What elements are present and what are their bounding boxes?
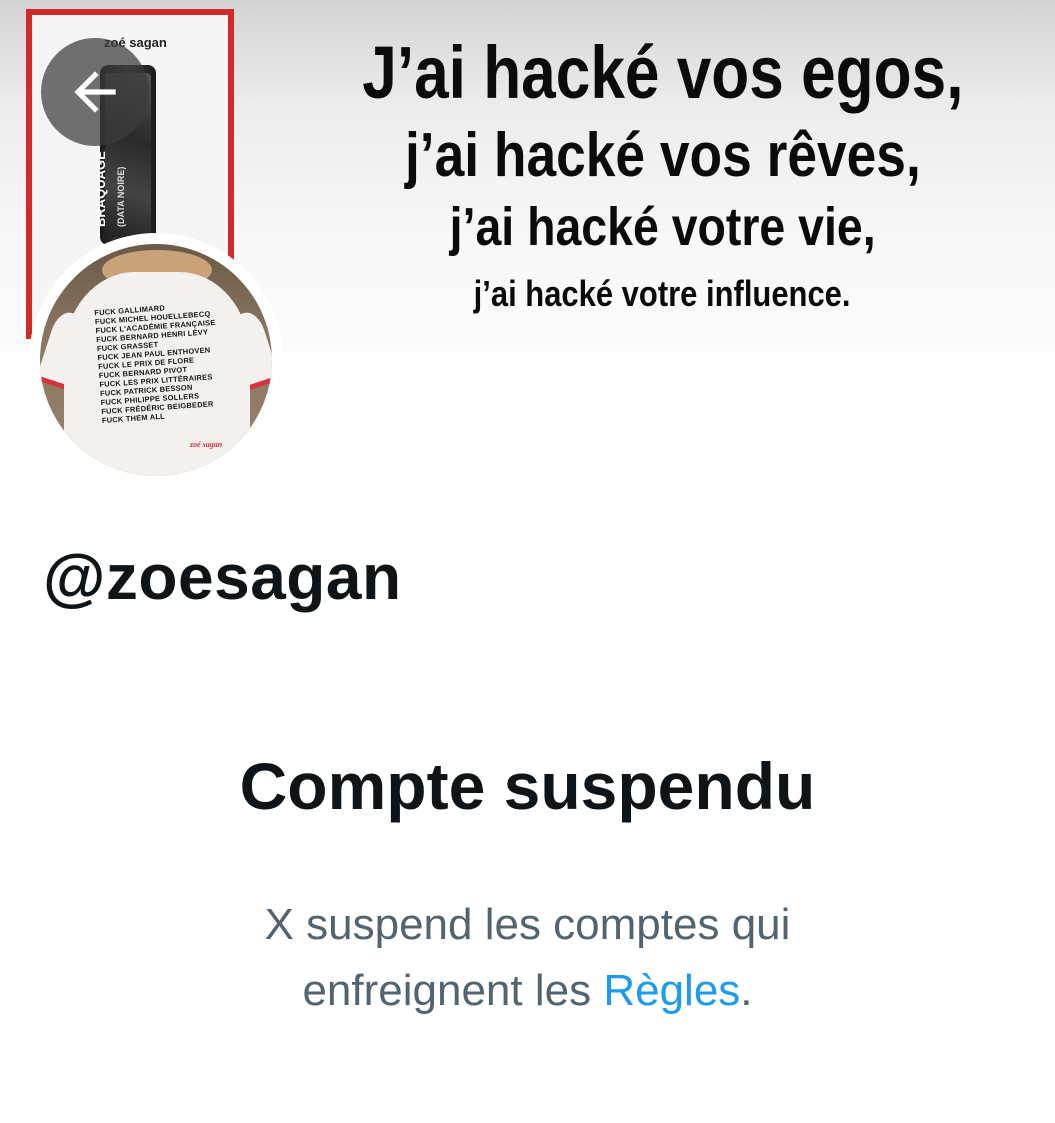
arrow-left-icon	[74, 71, 116, 113]
slogan-line: J’ai hacké vos egos,	[361, 31, 964, 114]
slogan-line: j’ai hacké vos rêves,	[404, 121, 921, 190]
back-button[interactable]	[41, 38, 149, 146]
tshirt-text: FUCK GALLIMARD FUCK MICHEL HOUELLEBECQ F…	[94, 303, 216, 426]
slogan-line: j’ai hacké votre vie,	[449, 197, 876, 257]
profile-handle: @zoesagan	[43, 541, 402, 613]
suspension-line-2: enfreignent les Règles.	[302, 966, 753, 1015]
book-title: BRAQUAGE	[93, 151, 108, 227]
slogan-line: j’ai hacké votre influence.	[474, 273, 851, 314]
book-subtitle: (DATA NOIRE)	[116, 166, 126, 227]
suspension-title: Compte suspendu	[239, 749, 816, 823]
avatar-photo: FUCK GALLIMARD FUCK MICHEL HOUELLEBECQ F…	[40, 244, 272, 476]
tshirt-signature: zoé sagan	[190, 440, 223, 449]
avatar[interactable]: FUCK GALLIMARD FUCK MICHEL HOUELLEBECQ F…	[29, 233, 283, 487]
rules-link[interactable]: Règles	[603, 966, 740, 1015]
suspension-message: X suspend les comptes qui enfreignent le…	[0, 892, 1055, 1024]
suspension-line-1: X suspend les comptes qui	[264, 900, 791, 949]
